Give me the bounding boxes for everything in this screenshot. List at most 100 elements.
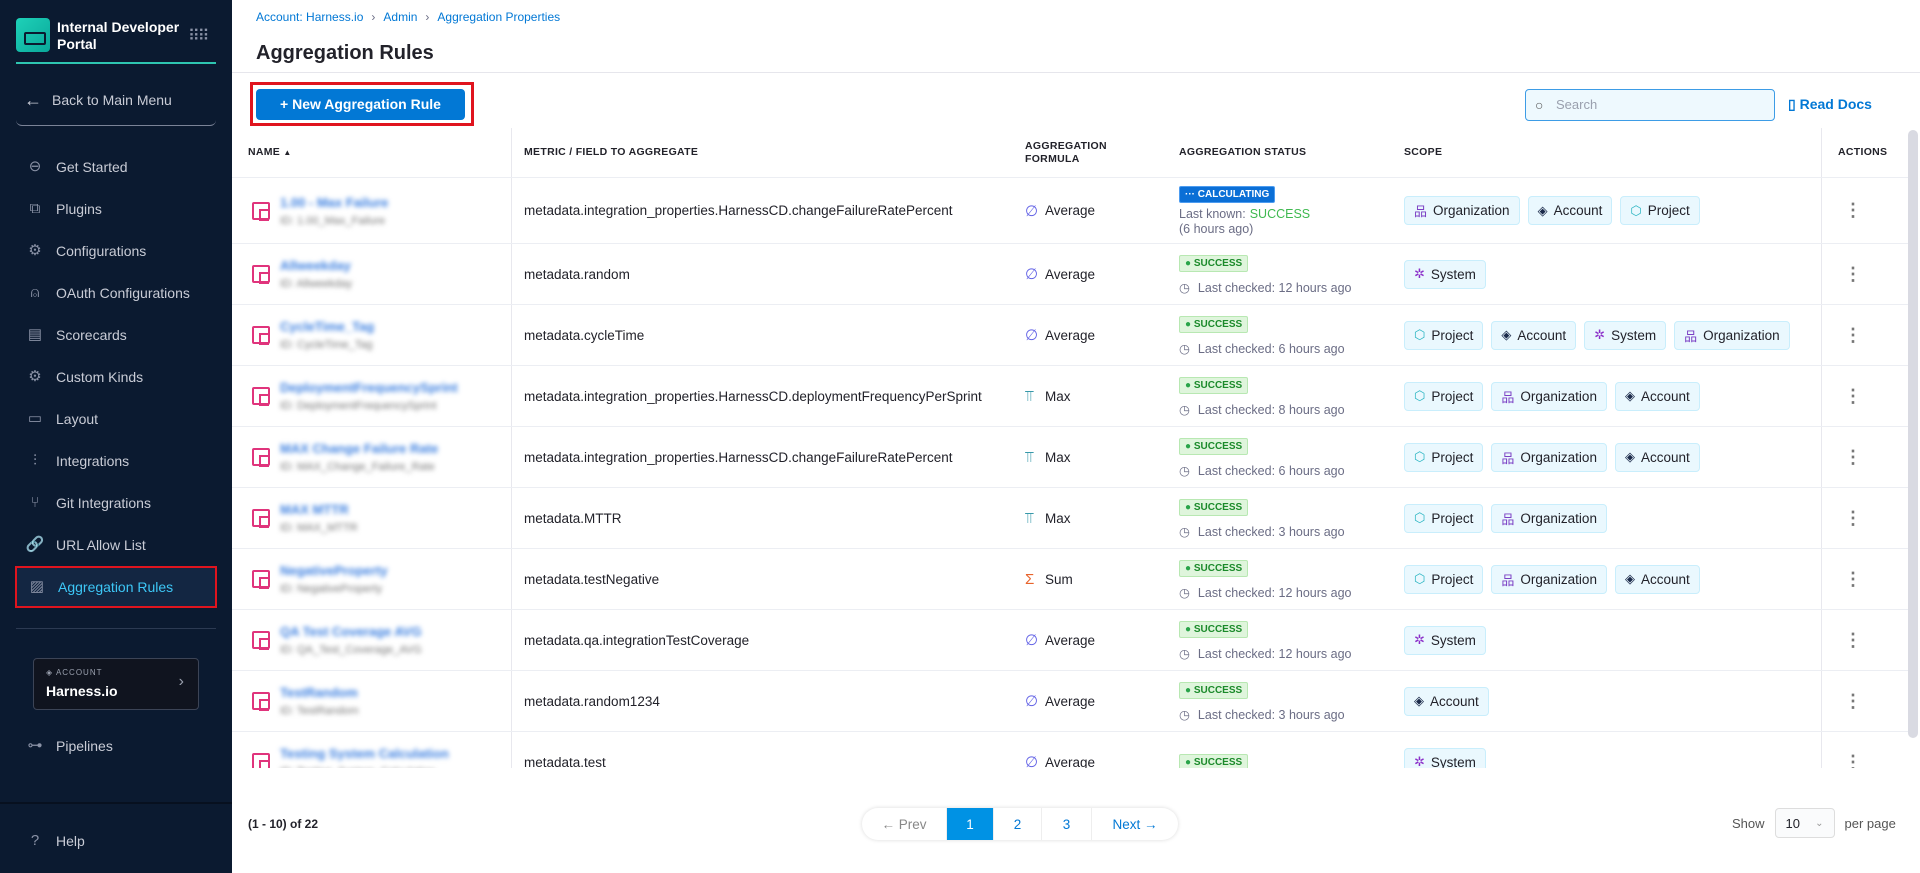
rule-name[interactable]: QA Test Coverage AVG bbox=[280, 624, 422, 639]
check-circle-icon: ● bbox=[1185, 757, 1194, 768]
stopwatch-icon: ◷ bbox=[1179, 707, 1190, 722]
last-checked-text: Last checked: 6 hours ago bbox=[1197, 341, 1345, 356]
account-name: Harness.io bbox=[46, 683, 118, 699]
table-scrollbar[interactable] bbox=[1908, 130, 1918, 738]
aggregation-rule-icon bbox=[252, 387, 270, 406]
rule-name-block[interactable]: NegativeProperty ID: NegativeProperty bbox=[280, 563, 388, 595]
rule-name[interactable]: TestRandom bbox=[280, 685, 359, 700]
metric-cell: metadata.random1234 bbox=[524, 693, 660, 709]
status-cell: ● SUCCESS ◷ Last checked: 12 hours ago bbox=[1179, 244, 1352, 304]
aggregation-rules-table: NAME ▲ METRIC / FIELD TO AGGREGATE AGGRE… bbox=[232, 128, 1908, 768]
integrations-icon: ⫶ bbox=[33, 452, 37, 469]
sidebar-item-aggregation-rules[interactable]: ▨ Aggregation Rules bbox=[15, 566, 217, 608]
more-options-icon[interactable]: ⋮ bbox=[1844, 447, 1862, 468]
formula-label: Average bbox=[1045, 632, 1096, 648]
rule-name[interactable]: 1.00 - Max Failure bbox=[280, 195, 388, 210]
search-placeholder: Search bbox=[1556, 97, 1598, 112]
status-text: SUCCESS bbox=[1193, 440, 1243, 452]
new-aggregation-rule-button[interactable]: + New Aggregation Rule bbox=[256, 89, 465, 120]
rule-name-block[interactable]: MAX MTTR ID: MAX_MTTR bbox=[280, 502, 358, 534]
page-size-select[interactable]: 10 ⌄ bbox=[1774, 808, 1835, 838]
organization-icon: 品 bbox=[1414, 204, 1428, 219]
help-button[interactable]: ? Help bbox=[15, 820, 217, 862]
back-to-main-menu[interactable]: ← Back to Main Menu bbox=[16, 88, 216, 126]
sidebar-item-get-started[interactable]: ⊖ Get Started bbox=[15, 146, 217, 188]
sidebar-item-pipelines[interactable]: ⊶ Pipelines bbox=[15, 725, 217, 767]
breadcrumb-admin[interactable]: Admin bbox=[383, 10, 417, 24]
scope-label: Account bbox=[1640, 449, 1690, 465]
more-options-icon[interactable]: ⋮ bbox=[1844, 752, 1862, 769]
more-options-icon[interactable]: ⋮ bbox=[1844, 325, 1862, 346]
sidebar-item-url-allow-list[interactable]: 🔗 URL Allow List bbox=[15, 524, 217, 566]
sidebar-item-git-integrations[interactable]: ⑂ Git Integrations bbox=[15, 482, 217, 524]
sidebar-item-layout[interactable]: ▭ Layout bbox=[15, 398, 217, 440]
table-row: Allweekday ID: Allweekday metadata.random ∅… bbox=[232, 243, 1908, 304]
page-1-button[interactable]: 1 bbox=[947, 808, 994, 840]
last-known: Last known: SUCCESS bbox=[1179, 207, 1310, 221]
account-label: ACCOUNT bbox=[55, 668, 103, 677]
status-block: ··· CALCULATING Last known: SUCCESS (6 hour… bbox=[1179, 185, 1310, 236]
rule-name-block[interactable]: TestRandom ID: TestRandom bbox=[280, 685, 359, 717]
more-options-icon[interactable]: ⋮ bbox=[1844, 386, 1862, 407]
breadcrumb-aggregation-properties[interactable]: Aggregation Properties bbox=[437, 10, 560, 24]
app-switcher-icon[interactable]: ⠿⠿ bbox=[188, 26, 209, 46]
rule-name[interactable]: CycleTime_Tag bbox=[280, 319, 374, 334]
rule-name[interactable]: MAX MTTR bbox=[280, 502, 358, 517]
more-options-icon[interactable]: ⋮ bbox=[1844, 200, 1862, 221]
prev-page-button[interactable]: ← Prev bbox=[862, 808, 947, 840]
table-row: DeploymentFrequencySprint ID: DeploymentF… bbox=[232, 365, 1908, 426]
check-circle-icon: ● bbox=[1185, 684, 1194, 696]
rule-name-block[interactable]: DeploymentFrequencySprint ID: DeploymentF… bbox=[280, 380, 458, 412]
organization-icon: 品 bbox=[1501, 511, 1515, 527]
rule-name[interactable]: Allweekday bbox=[280, 258, 352, 273]
aggregation-rule-icon bbox=[252, 753, 270, 768]
sidebar-item-configurations[interactable]: ⚙ Configurations bbox=[15, 230, 217, 272]
metric-cell: metadata.MTTR bbox=[524, 510, 622, 526]
scope-cell: ✲ System bbox=[1404, 244, 1494, 304]
sidebar-item-integrations[interactable]: ⫶ Integrations bbox=[15, 440, 217, 482]
rule-name[interactable]: MAX Change Failure Rate bbox=[280, 441, 438, 456]
sidebar-item-label: Configurations bbox=[56, 243, 147, 259]
sidebar-item-custom-kinds[interactable]: ⚙ Custom Kinds bbox=[15, 356, 217, 398]
formula-label: Average bbox=[1045, 327, 1096, 343]
stopwatch-icon: ◷ bbox=[1179, 280, 1190, 295]
sidebar-item-scorecards[interactable]: ▤ Scorecards bbox=[15, 314, 217, 356]
scope-cell: ⬡ Project 品 Organization ◈ Account bbox=[1404, 427, 1708, 487]
formula-label: Max bbox=[1045, 449, 1071, 465]
page-3-button[interactable]: 3 bbox=[1042, 808, 1092, 840]
actions-cell: ⋮ bbox=[1844, 732, 1862, 769]
column-header-name[interactable]: NAME ▲ bbox=[248, 128, 292, 177]
column-header-formula: AGGREGATION FORMULA bbox=[1025, 139, 1107, 165]
account-selector[interactable]: ◈ ACCOUNT Harness.io › bbox=[33, 658, 199, 710]
scope-cell: ✲ System bbox=[1404, 610, 1494, 670]
rule-name-block[interactable]: CycleTime_Tag ID: CycleTime_Tag bbox=[280, 319, 374, 351]
sidebar-item-plugins[interactable]: ⧉ Plugins bbox=[15, 188, 217, 230]
more-options-icon[interactable]: ⋮ bbox=[1844, 508, 1862, 529]
sidebar-item-oauth-configurations[interactable]: ⍝ OAuth Configurations bbox=[15, 272, 217, 314]
rule-name-block[interactable]: Allweekday ID: Allweekday bbox=[280, 258, 352, 290]
page-2-button[interactable]: 2 bbox=[994, 808, 1042, 840]
more-options-icon[interactable]: ⋮ bbox=[1844, 264, 1862, 285]
per-page-label: per page bbox=[1844, 815, 1896, 831]
rule-name-block[interactable]: 1.00 - Max Failure ID: 1.00_Max_Failure bbox=[280, 195, 388, 227]
aggregation-rule-icon bbox=[252, 509, 270, 528]
organization-icon: 品 bbox=[1684, 328, 1698, 344]
scope-label: Account bbox=[1553, 203, 1603, 218]
more-options-icon[interactable]: ⋮ bbox=[1844, 630, 1862, 651]
more-options-icon[interactable]: ⋮ bbox=[1844, 691, 1862, 712]
rule-name[interactable]: NegativeProperty bbox=[280, 563, 388, 578]
read-docs-link[interactable]: ▯ Read Docs bbox=[1788, 96, 1872, 113]
status-block: ● SUCCESS ◷ Last checked: 8 hours ago bbox=[1179, 376, 1345, 417]
rule-name-block[interactable]: MAX Change Failure Rate ID: MAX_Change_Fa… bbox=[280, 441, 438, 473]
search-input[interactable]: ○ Search bbox=[1525, 89, 1775, 121]
rule-name-block[interactable]: Testing System Calculation ID: Testing_Sy… bbox=[280, 746, 449, 768]
last-checked: ◷ Last checked: 12 hours ago bbox=[1179, 585, 1352, 600]
rule-name[interactable]: Testing System Calculation bbox=[280, 746, 449, 761]
rule-name[interactable]: DeploymentFrequencySprint bbox=[280, 380, 458, 395]
breadcrumb-account[interactable]: Account: Harness.io bbox=[256, 10, 363, 24]
back-label: Back to Main Menu bbox=[52, 92, 172, 108]
app-name: Internal Developer Portal bbox=[57, 19, 179, 53]
more-options-icon[interactable]: ⋮ bbox=[1844, 569, 1862, 590]
rule-name-block[interactable]: QA Test Coverage AVG ID: QA_Test_Coverage… bbox=[280, 624, 422, 656]
next-page-button[interactable]: Next → bbox=[1092, 808, 1178, 840]
